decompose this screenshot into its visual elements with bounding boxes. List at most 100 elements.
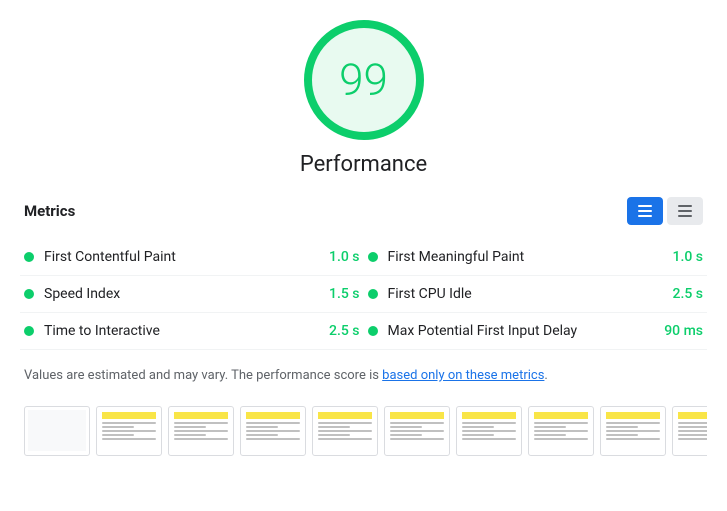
metric-value: 1.5 s (329, 286, 360, 302)
frame-lines (606, 422, 660, 440)
filmstrip-frame (168, 406, 234, 456)
frame-content (460, 410, 518, 451)
frame-yellow-bar (246, 412, 300, 419)
frame-line (318, 426, 350, 428)
metrics-header: Metrics (20, 197, 707, 225)
frame-line (318, 430, 372, 432)
metric-dot (24, 289, 34, 299)
frame-line (102, 438, 156, 440)
frame-line (174, 422, 228, 424)
frame-line (534, 422, 588, 424)
frame-content (172, 410, 230, 451)
metric-dot (368, 289, 378, 299)
filmstrip-frame (384, 406, 450, 456)
frame-line (678, 422, 707, 424)
frame-content (604, 410, 662, 451)
metric-value: 90 ms (664, 323, 703, 339)
metric-value: 1.0 s (673, 249, 704, 265)
filmstrip (20, 402, 707, 460)
metric-name: Time to Interactive (44, 323, 321, 339)
metric-name: First CPU Idle (388, 286, 665, 302)
frame-line (174, 438, 228, 440)
frame-content (532, 410, 590, 451)
frame-yellow-bar (390, 412, 444, 419)
metric-name: First Contentful Paint (44, 249, 321, 265)
frame-line (462, 426, 494, 428)
frame-yellow-bar (678, 412, 707, 419)
metric-value: 1.0 s (329, 249, 360, 265)
list-icon (638, 205, 652, 217)
frame-line (246, 430, 300, 432)
frame-line (462, 434, 494, 436)
frame-lines (390, 422, 444, 440)
view-toggle (627, 197, 703, 225)
frame-line (462, 438, 516, 440)
grid-view-button[interactable] (667, 197, 703, 225)
frame-line (102, 422, 156, 424)
frame-line (246, 438, 300, 440)
grid-icon (678, 205, 692, 217)
metric-dot (368, 252, 378, 262)
frame-yellow-bar (606, 412, 660, 419)
disclaimer-text-after: . (544, 368, 547, 383)
frame-line (678, 434, 707, 436)
frame-line (606, 426, 638, 428)
frame-line (318, 422, 372, 424)
frame-line (102, 430, 156, 432)
metric-dot (24, 326, 34, 336)
metric-value: 2.5 s (329, 323, 360, 339)
frame-lines (678, 422, 707, 440)
frame-content (100, 410, 158, 451)
disclaimer: Values are estimated and may vary. The p… (20, 366, 707, 386)
frame-lines (534, 422, 588, 440)
frame-content (316, 410, 374, 451)
filmstrip-frame (96, 406, 162, 456)
score-label: Performance (300, 152, 427, 177)
metric-item: First CPU Idle 2.5 s (364, 276, 708, 313)
frame-line (390, 438, 444, 440)
frame-yellow-bar (102, 412, 156, 419)
filmstrip-frame (600, 406, 666, 456)
metric-dot (24, 252, 34, 262)
frame-line (318, 434, 350, 436)
frame-yellow-bar (534, 412, 588, 419)
frame-line (174, 426, 206, 428)
metric-item: Speed Index 1.5 s (20, 276, 364, 313)
filmstrip-frame (528, 406, 594, 456)
metrics-title: Metrics (24, 202, 75, 220)
frame-line (462, 430, 516, 432)
frame-line (534, 426, 566, 428)
frame-line (246, 434, 278, 436)
frame-line (678, 426, 707, 428)
metric-name: First Meaningful Paint (388, 249, 665, 265)
frame-line (678, 438, 707, 440)
frame-yellow-bar (174, 412, 228, 419)
frame-line (534, 430, 588, 432)
metric-item: Max Potential First Input Delay 90 ms (364, 313, 708, 350)
frame-line (174, 434, 206, 436)
metrics-grid: First Contentful Paint 1.0 s First Meani… (20, 239, 707, 350)
frame-line (174, 430, 228, 432)
frame-line (102, 426, 134, 428)
frame-content (28, 410, 86, 451)
filmstrip-frame (672, 406, 707, 456)
frame-line (390, 426, 422, 428)
list-view-button[interactable] (627, 197, 663, 225)
frame-lines (174, 422, 228, 440)
frame-line (606, 430, 660, 432)
frame-line (606, 438, 660, 440)
filmstrip-frame (24, 406, 90, 456)
frame-lines (318, 422, 372, 440)
frame-lines (462, 422, 516, 440)
frame-line (534, 438, 588, 440)
frame-line (318, 438, 372, 440)
metric-value: 2.5 s (673, 286, 704, 302)
disclaimer-text-before: Values are estimated and may vary. The p… (24, 368, 382, 383)
metric-dot (368, 326, 378, 336)
metric-name: Max Potential First Input Delay (388, 323, 657, 339)
disclaimer-link[interactable]: based only on these metrics (382, 368, 544, 383)
metric-item: First Meaningful Paint 1.0 s (364, 239, 708, 276)
frame-line (390, 434, 422, 436)
score-section: 99 Performance (20, 20, 707, 177)
frame-line (462, 422, 516, 424)
